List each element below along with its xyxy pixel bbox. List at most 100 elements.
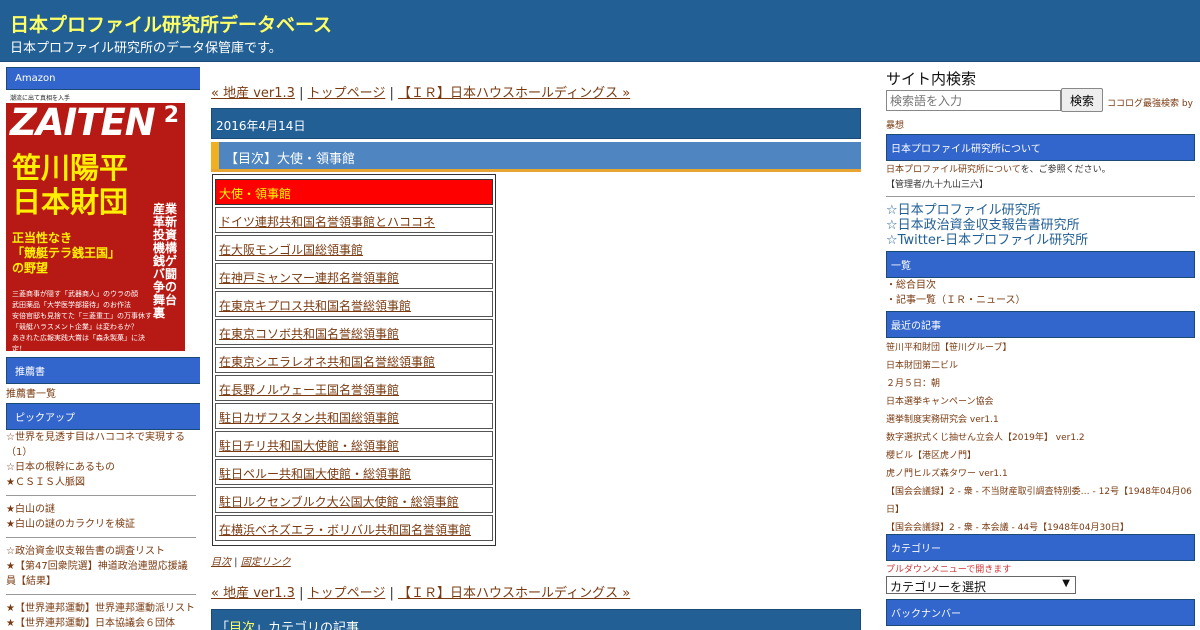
category-select-value: カテゴリーを選択 — [890, 580, 987, 594]
table-row: 在東京シエラレオネ共和国名誉総領事館 — [215, 347, 493, 373]
category-link[interactable]: 目次 — [211, 557, 231, 568]
recent-posts-list: 笹川平和財団【笹川グループ】 日本財団第二ビル ２月５日：朝 日本選挙キャンペーン協会… — [886, 339, 1196, 537]
site-title[interactable]: 日本プロファイル研究所データベース — [10, 10, 332, 37]
table-row: 在東京コソボ共和国名誉総領事館 — [215, 319, 493, 345]
table-row: 在長野ノルウェー王国名誉領事館 — [215, 375, 493, 401]
about-link[interactable]: 日本プロファイル研究所について — [886, 165, 1021, 175]
nav-separator: | — [294, 586, 308, 601]
right-sidebar: サイト内検索 検索 ココログ最強検索 by 暴想 日本プロファイル研究所について… — [884, 62, 1200, 630]
table-row: 在神戸ミャンマー連邦名誉領事館 — [215, 263, 493, 289]
date-header: 2016年4月14日 — [211, 108, 861, 139]
magazine-headline: 笹川陽平 日本財団 — [12, 151, 128, 219]
backnumber-calendar — [886, 625, 1076, 630]
consulate-link[interactable]: ドイツ連邦共和国名誉領事館とハココネ — [219, 215, 435, 229]
pickup-group: ★白山の謎 ★白山の謎のカラクリを検証 — [6, 502, 196, 538]
category-name-link[interactable]: 目次 — [229, 621, 255, 630]
table-row: 在大阪モンゴル国総領事館 — [215, 235, 493, 261]
magazine-vertical-text: 産業革新投資機構 銭ゲバ闘争の舞台裏 — [153, 202, 178, 320]
prev-entry-link[interactable]: « 地産 ver1.3 — [211, 586, 295, 601]
magazine-issue: 2 — [163, 103, 179, 128]
external-link[interactable]: ☆日本政治資金収支報告書研究所 — [886, 218, 1088, 233]
nav-separator: | — [294, 86, 308, 101]
recommended-list-link[interactable]: 推薦書一覧 — [6, 385, 56, 400]
home-link[interactable]: トップページ — [308, 86, 386, 101]
table-row: 駐日ルクセンブルク大公国大使館・総領事館 — [215, 487, 493, 513]
category-articles-heading: 「目次」カテゴリの記事 — [211, 609, 861, 630]
search-heading: サイト内検索 — [886, 70, 977, 88]
dropdown-arrow-icon: ▼ — [1062, 578, 1070, 589]
nav-separator: | — [385, 586, 398, 601]
permalink-link[interactable]: 固定リンク — [241, 557, 291, 568]
external-link[interactable]: ☆Twitter-日本プロファイル研究所 — [886, 233, 1088, 248]
index-item[interactable]: ・記事一覧（ＩＲ・ニュース） — [886, 293, 1026, 308]
pickup-item[interactable]: ★ＣＳＩＳ人脈図 — [6, 475, 196, 490]
meta-separator: | — [231, 557, 241, 568]
about-heading: 日本プロファイル研究所について — [886, 134, 1195, 161]
magazine-logo: ZAITEN — [10, 101, 156, 144]
main-content: « 地産 ver1.3 | トップページ | 【ＩＲ】日本ハウスホールディングス… — [210, 62, 862, 630]
search-button[interactable]: 検索 — [1061, 88, 1103, 112]
table-row: 在横浜ベネズエラ・ボリバル共和国名誉領事館 — [215, 515, 493, 541]
consulate-link[interactable]: 駐日ルクセンブルク大公国大使館・総領事館 — [219, 495, 459, 509]
consulate-link[interactable]: 在東京キプロス共和国名誉総領事館 — [219, 299, 411, 313]
consulate-link[interactable]: 駐日カザフスタン共和国総領事館 — [219, 411, 399, 425]
table-row: 駐日チリ共和国大使館・総領事館 — [215, 431, 493, 457]
recent-post-link[interactable]: 笹川平和財団【笹川グループ】 — [886, 339, 1196, 357]
index-list: ・総合目次 ・記事一覧（ＩＲ・ニュース） — [886, 278, 1026, 308]
recent-post-link[interactable]: 虎ノ門ヒルズ森タワー ver1.1 — [886, 465, 1196, 483]
consulate-link[interactable]: 駐日ペルー共和国大使館・総領事館 — [219, 467, 411, 481]
amazon-heading: Amazon — [6, 67, 200, 90]
site-header: 日本プロファイル研究所データベース 日本プロファイル研究所のデータ保管庫です。 — [0, 0, 1200, 62]
pickup-item[interactable]: ☆日本の根幹にあるもの — [6, 460, 196, 475]
magazine-cover[interactable]: 潮流に出て真相を入手 ZAITEN 2 笹川陽平 日本財団 正当性なき 「競艇テ… — [6, 93, 185, 351]
prev-entry-link[interactable]: « 地産 ver1.3 — [211, 86, 295, 101]
pickup-item[interactable]: ★白山の謎のカラクリを検証 — [6, 517, 196, 532]
recent-post-link[interactable]: ２月５日：朝 — [886, 375, 1196, 393]
pickup-item[interactable]: ☆政治資金収支報告書の調査リスト — [6, 544, 196, 559]
magazine-headline-1: 笹川陽平 — [12, 151, 129, 185]
recent-post-link[interactable]: 【国会会議録】2 - 衆 - 不当財産取引調査特別委… - 12号【1948年0… — [886, 483, 1196, 519]
category-select[interactable]: カテゴリーを選択 ▼ — [886, 576, 1076, 594]
pickup-item[interactable]: ★【世界連邦運動】世界連邦運動派リスト — [6, 601, 196, 616]
table-row: 駐日カザフスタン共和国総領事館 — [215, 403, 493, 429]
pickup-group: ★【世界連邦運動】世界連邦運動派リスト ★【世界連邦運動】日本協議会６団体 — [6, 601, 196, 630]
pickup-group: ☆世界を見透す目はハココネで実現する（1） ☆日本の根幹にあるもの ★ＣＳＩＳ人脈図 — [6, 430, 196, 496]
entry-nav-bottom: « 地産 ver1.3 | トップページ | 【ＩＲ】日本ハウスホールディングス… — [211, 582, 630, 601]
search-input[interactable] — [886, 90, 1061, 111]
pickup-group: ☆政治資金収支報告書の調査リスト ★【第47回衆院選】神道政治連盟応援議員【結果】 — [6, 544, 196, 595]
consulate-link[interactable]: 駐日チリ共和国大使館・総領事館 — [219, 439, 399, 453]
pickup-item[interactable]: ★【第47回衆院選】神道政治連盟応援議員【結果】 — [6, 559, 196, 589]
about-suffix: を、ご参照ください。 — [1020, 165, 1111, 175]
table-header-label: 大使・領事館 — [219, 187, 292, 201]
index-heading: 一覧 — [886, 251, 1195, 278]
consulate-link[interactable]: 在大阪モンゴル国総領事館 — [219, 243, 363, 257]
recent-post-link[interactable]: 数字選択式くじ抽せん立会人【2019年】 ver1.2 — [886, 429, 1196, 447]
consulate-link[interactable]: 在神戸ミャンマー連邦名誉領事館 — [219, 271, 399, 285]
entry-meta: 目次 | 固定リンク — [211, 553, 291, 568]
external-link[interactable]: ☆日本プロファイル研究所 — [886, 203, 1088, 218]
index-item[interactable]: ・総合目次 — [886, 278, 1026, 293]
consulate-table: 大使・領事館ドイツ連邦共和国名誉領事館とハココネ 在大阪モンゴル国総領事館在神戸ミ… — [212, 174, 496, 546]
recent-post-link[interactable]: 日本選挙キャンペーン協会 — [886, 393, 1196, 411]
pickup-item[interactable]: ★白山の謎 — [6, 502, 196, 517]
pickup-item[interactable]: ☆世界を見透す目はハココネで実現する（1） — [6, 430, 196, 460]
magazine-headline-2: 日本財団 — [12, 185, 129, 219]
next-entry-link[interactable]: 【ＩＲ】日本ハウスホールディングス » — [398, 86, 630, 101]
recent-post-link[interactable]: 櫻ビル【港区虎ノ門】 — [886, 447, 1196, 465]
about-text: 日本プロファイル研究所についてを、ご参照ください。 【管理者/九十九山三六】 — [886, 163, 1111, 193]
table-row: 在東京キプロス共和国名誉総領事館 — [215, 291, 493, 317]
recent-post-link[interactable]: 日本財団第二ビル — [886, 357, 1196, 375]
consulate-link[interactable]: 在長野ノルウェー王国名誉領事館 — [219, 383, 399, 397]
home-link[interactable]: トップページ — [308, 586, 386, 601]
external-links: ☆日本プロファイル研究所 ☆日本政治資金収支報告書研究所 ☆Twitter-日本プロ… — [886, 203, 1088, 248]
recent-post-link[interactable]: 選挙制度実務研究会 ver1.1 — [886, 411, 1196, 429]
pickup-item[interactable]: ★【世界連邦運動】日本協議会６団体 — [6, 616, 196, 630]
search-credit-name[interactable]: 暴想 — [886, 118, 904, 131]
search-credit-link[interactable]: ココログ最強検索 by — [1107, 96, 1193, 109]
divider — [886, 196, 1195, 197]
consulate-link[interactable]: 在横浜ベネズエラ・ボリバル共和国名誉領事館 — [219, 523, 471, 537]
consulate-link[interactable]: 在東京シエラレオネ共和国名誉総領事館 — [219, 355, 435, 369]
consulate-link[interactable]: 在東京コソボ共和国名誉総領事館 — [219, 327, 399, 341]
next-entry-link[interactable]: 【ＩＲ】日本ハウスホールディングス » — [398, 586, 630, 601]
backnumber-heading: バックナンバー — [886, 599, 1195, 626]
